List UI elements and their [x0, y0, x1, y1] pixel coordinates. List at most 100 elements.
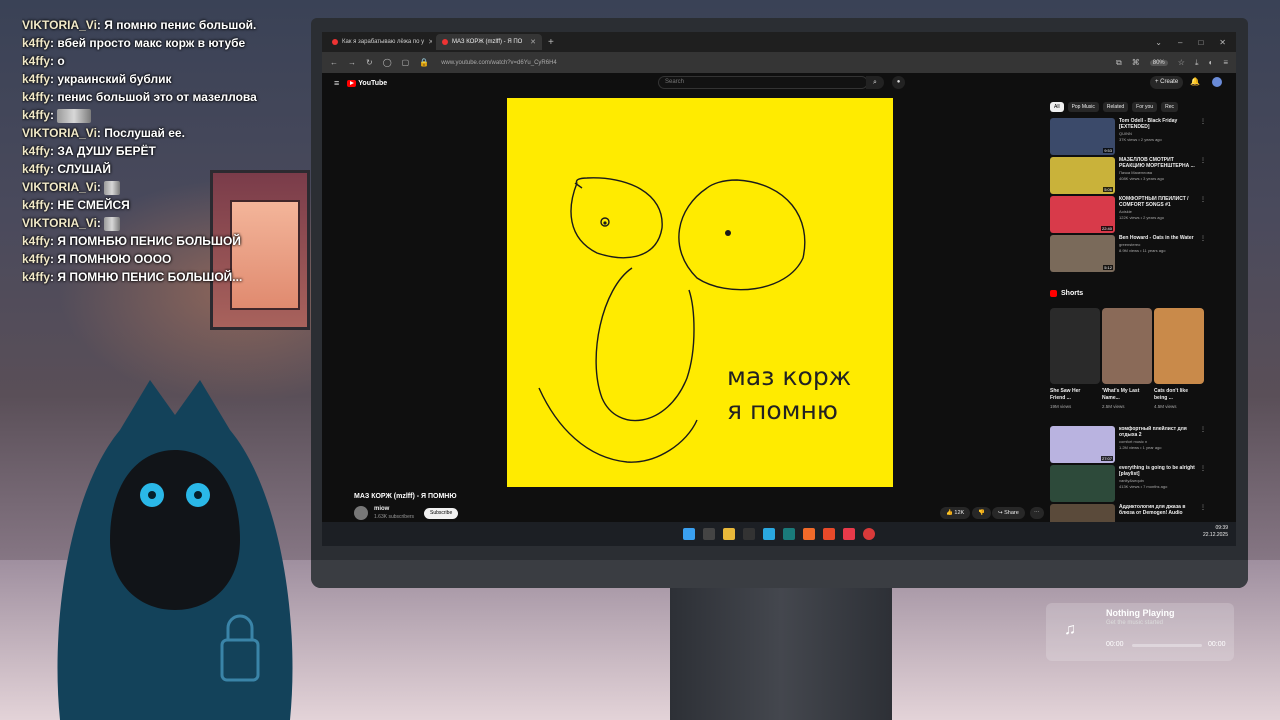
more-options-icon[interactable]: ⋮	[1200, 504, 1206, 511]
download-icon[interactable]: ⤓	[1195, 58, 1199, 68]
search-icon[interactable]	[703, 528, 715, 540]
more-options-icon[interactable]: ⋮	[1200, 426, 1206, 433]
shield-icon[interactable]: ◯	[383, 58, 392, 67]
more-options-icon[interactable]: ⋮	[1200, 235, 1206, 242]
video-meta: комфортный плейлист для отдыха 2 comfort …	[1119, 426, 1200, 463]
chat-username[interactable]: k4ffy	[22, 90, 50, 104]
forward-icon[interactable]: →	[348, 58, 356, 67]
chat-username[interactable]: k4ffy	[22, 54, 50, 68]
youtube-play-icon	[347, 79, 357, 87]
more-options-icon[interactable]: ⋮	[1200, 157, 1206, 164]
more-options-icon[interactable]: ⋮	[1200, 465, 1206, 472]
chat-username[interactable]: VIKTORIA_Vi	[22, 216, 97, 230]
close-window-icon[interactable]: ✕	[1219, 38, 1226, 47]
video-thumbnail[interactable]: 5:06	[1050, 157, 1115, 194]
music-widget: ♫ Nothing Playing Get the music started …	[1046, 603, 1234, 661]
system-clock[interactable]: 09:39 22.12.2025	[1203, 525, 1228, 539]
video-thumbnail[interactable]: 9:53	[1050, 118, 1115, 155]
chat-username[interactable]: k4ffy	[22, 198, 50, 212]
start-icon[interactable]	[683, 528, 695, 540]
tab-1[interactable]: Как я зарабатываю лёжа по у ✕	[326, 34, 432, 50]
short-thumbnail[interactable]	[1154, 308, 1204, 384]
channel-name[interactable]: miow	[374, 506, 389, 512]
video-recommendation[interactable]: 5:12 Ben Howard - Oats in the Water greens…	[1050, 235, 1206, 272]
video-thumbnail[interactable]: 22:40	[1050, 196, 1115, 233]
more-options-icon[interactable]: ⋮	[1200, 196, 1206, 203]
video-recommendation[interactable]: 22:40 КОМФОРТНЫЙ ПЛЕЙЛИСТ / COMFORT SONGS…	[1050, 196, 1206, 233]
firefox-icon[interactable]	[803, 528, 815, 540]
menu-icon[interactable]: ≡	[1223, 58, 1228, 67]
video-thumbnail[interactable]	[1050, 465, 1115, 502]
star-icon[interactable]: ☆	[1178, 58, 1185, 67]
close-tab-icon[interactable]: ✕	[530, 38, 536, 46]
channel-avatar[interactable]	[354, 506, 368, 520]
video-player[interactable]: маз корж я помню	[507, 98, 893, 487]
hamburger-icon[interactable]: ≡	[334, 78, 339, 88]
chat-username[interactable]: k4ffy	[22, 72, 50, 86]
chat-username[interactable]: k4ffy	[22, 252, 50, 266]
minimize-icon[interactable]: –	[1178, 38, 1182, 47]
zoom-indicator[interactable]: 80%	[1149, 59, 1168, 66]
avatar[interactable]	[1212, 77, 1222, 87]
bookmark-icon[interactable]: ▢	[402, 58, 410, 67]
chat-username[interactable]: VIKTORIA_Vi	[22, 18, 97, 32]
translate-icon[interactable]: ⌘	[1132, 58, 1140, 67]
chat-username[interactable]: k4ffy	[22, 234, 50, 248]
video-thumbnail[interactable]: 27:07	[1050, 426, 1115, 463]
video-recommendation[interactable]: 27:07 комфортный плейлист для отдыха 2 com…	[1050, 426, 1206, 463]
short-thumbnail[interactable]	[1102, 308, 1152, 384]
folder-icon[interactable]	[723, 528, 735, 540]
filter-chip[interactable]: Pop Music	[1067, 102, 1099, 112]
video-recommendation[interactable]: 5:06 МАЗЕЛЛОВ СМОТРИТ РЕАКЦИЮ МОРГЕНШТЕРН…	[1050, 157, 1206, 194]
more-options-icon[interactable]: ⋮	[1200, 118, 1206, 125]
bell-icon[interactable]: 🔔	[1190, 77, 1200, 86]
profile-icon[interactable]: ◐	[1208, 58, 1213, 67]
chat-username[interactable]: VIKTORIA_Vi	[22, 126, 97, 140]
extensions-icon[interactable]: ⧉	[1116, 58, 1122, 68]
search-input[interactable]: Search	[658, 76, 868, 89]
video-recommendation[interactable]: everything is going to be alright [playl…	[1050, 465, 1206, 502]
tab-2[interactable]: МАЗ КОРЖ (mzlff) - Я ПО ✕	[436, 34, 542, 50]
new-tab-button[interactable]: +	[548, 37, 554, 48]
tab-list-icon[interactable]: ⌄	[1155, 38, 1162, 47]
filter-chip[interactable]: Rec	[1161, 102, 1178, 112]
search-icon[interactable]: ⌕	[866, 76, 884, 89]
app-icon[interactable]	[743, 528, 755, 540]
chat-username[interactable]: k4ffy	[22, 36, 50, 50]
url-field[interactable]: www.youtube.com/watch?v=d6Yu_CyR6H4	[441, 60, 557, 66]
telegram-icon[interactable]	[763, 528, 775, 540]
reload-icon[interactable]: ↻	[366, 58, 373, 67]
chat-username[interactable]: k4ffy	[22, 162, 50, 176]
more-actions-icon[interactable]: ⋯	[1030, 507, 1044, 519]
short-title[interactable]: Cats don't like being ...	[1154, 388, 1198, 402]
chat-emote-icon	[104, 216, 121, 231]
filter-chip[interactable]: Related	[1102, 102, 1129, 112]
chat-username[interactable]: VIKTORIA_Vi	[22, 180, 97, 194]
video-thumbnail[interactable]: 5:12	[1050, 235, 1115, 272]
microphone-icon[interactable]: ●	[892, 76, 905, 89]
channel-name: Пачка Мазеллова	[1119, 170, 1152, 175]
chat-username[interactable]: k4ffy	[22, 144, 50, 158]
filter-chip[interactable]: For you	[1132, 102, 1158, 112]
short-title[interactable]: 'What's My Last Name...	[1102, 388, 1146, 402]
maximize-icon[interactable]: □	[1198, 38, 1203, 47]
recording-icon[interactable]	[863, 528, 875, 540]
chat-username[interactable]: k4ffy	[22, 108, 50, 122]
like-button[interactable]: 👍 12K	[940, 507, 971, 519]
video-recommendation[interactable]: 9:53 Tom Odell - Black Friday [EXTENDED] Q…	[1050, 118, 1206, 155]
short-thumbnail[interactable]	[1050, 308, 1100, 384]
close-tab-icon[interactable]: ✕	[428, 38, 432, 46]
share-button[interactable]: ↪ Share	[992, 507, 1025, 519]
short-title[interactable]: She Saw Her Friend ...	[1050, 388, 1094, 402]
brave-icon[interactable]	[823, 528, 835, 540]
app-icon[interactable]	[843, 528, 855, 540]
youtube-logo[interactable]: YouTube	[347, 79, 387, 87]
chat-separator: :	[96, 216, 105, 230]
back-icon[interactable]: ←	[330, 58, 338, 67]
subscribe-button[interactable]: Subscribe	[424, 508, 459, 519]
chat-username[interactable]: k4ffy	[22, 270, 50, 284]
filter-chip[interactable]: All	[1050, 102, 1064, 112]
create-button[interactable]: + Create	[1150, 76, 1184, 89]
app-icon[interactable]	[783, 528, 795, 540]
dislike-button[interactable]: 👎	[972, 507, 991, 519]
